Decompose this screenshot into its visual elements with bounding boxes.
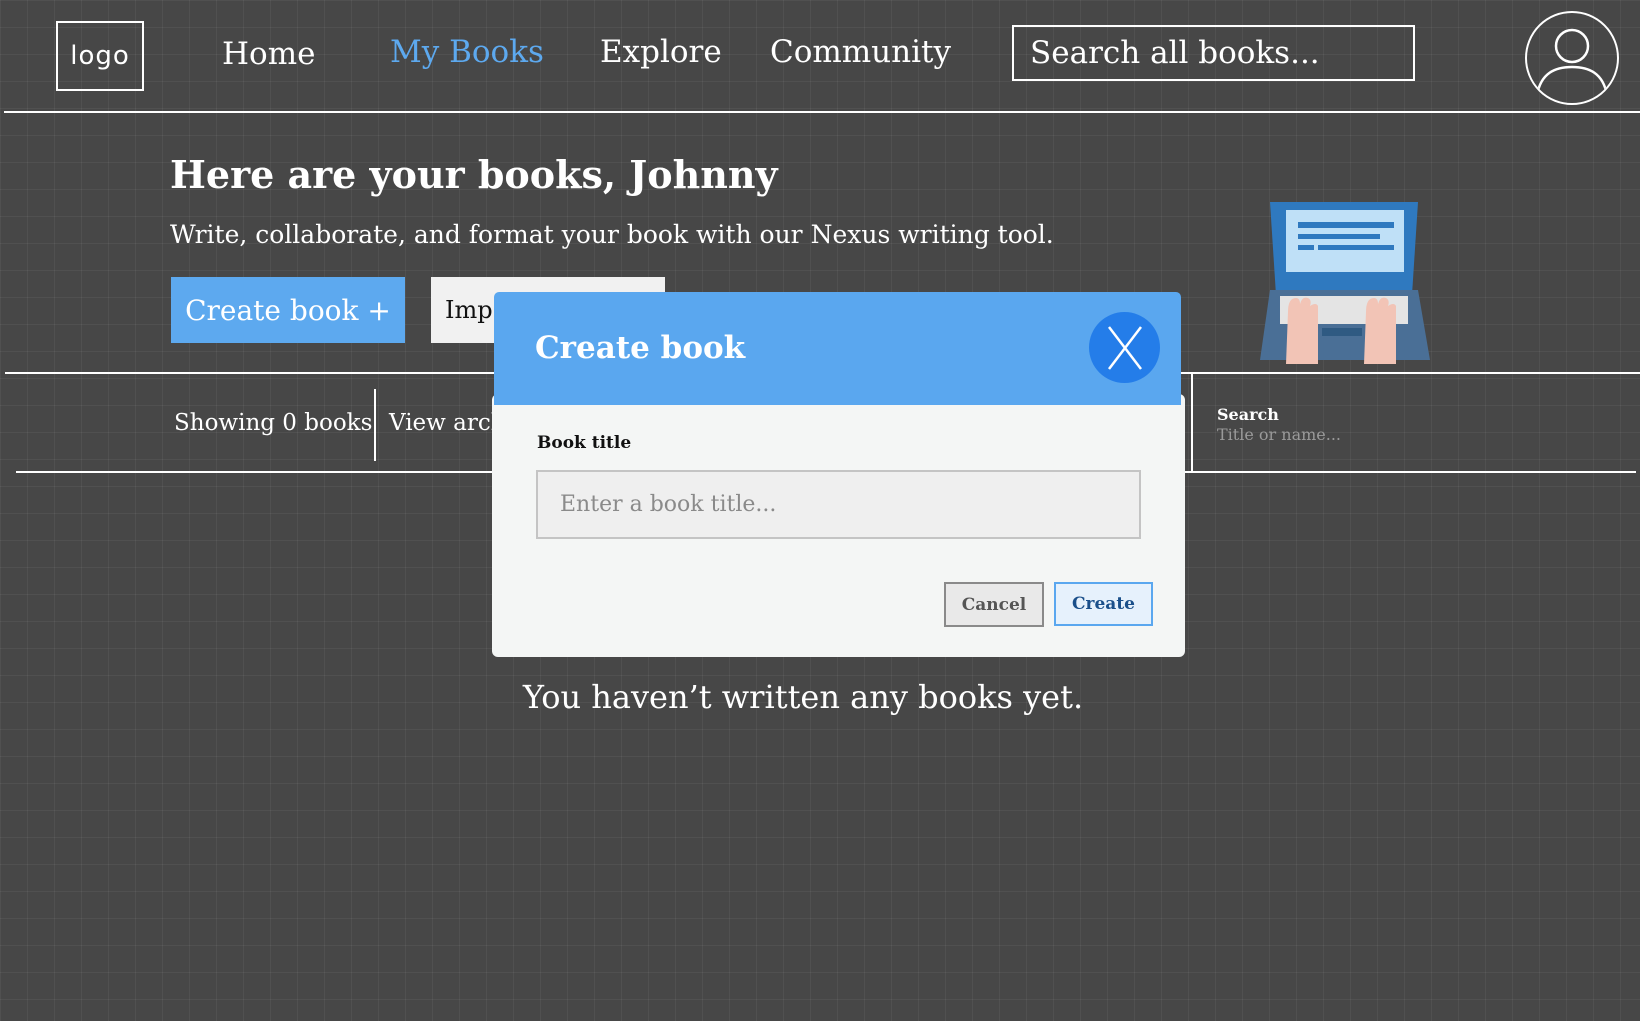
close-icon: [1107, 325, 1142, 370]
empty-state-message: You haven’t written any books yet.: [522, 678, 1084, 716]
avatar[interactable]: [1525, 11, 1619, 105]
book-title-input[interactable]: [536, 470, 1141, 539]
logo-text: logo: [70, 41, 130, 71]
cancel-button[interactable]: Cancel: [944, 582, 1044, 627]
nav-explore[interactable]: Explore: [600, 34, 722, 70]
create-book-button[interactable]: Create book +: [171, 277, 405, 343]
global-search-text: Search all books...: [1030, 35, 1320, 71]
page-title: Here are your books, Johnny: [170, 152, 778, 197]
filter-divider: [374, 389, 376, 461]
book-count: Showing 0 books: [174, 410, 373, 436]
nav-my-books[interactable]: My Books: [390, 34, 544, 70]
search-divider: [1191, 373, 1193, 472]
view-archive-link[interactable]: View arch: [389, 410, 506, 436]
create-button[interactable]: Create: [1054, 582, 1153, 626]
filter-search-input[interactable]: Title or name...: [1217, 425, 1341, 444]
modal-title: Create book: [535, 330, 746, 366]
nav-home[interactable]: Home: [222, 36, 315, 72]
header-divider: [4, 111, 1640, 113]
user-icon: [1535, 28, 1609, 96]
page-subtitle: Write, collaborate, and format your book…: [170, 220, 1054, 249]
filter-search-label: Search: [1217, 405, 1279, 424]
laptop-typing-icon: [1258, 200, 1432, 374]
book-title-label: Book title: [537, 433, 632, 453]
nav-community[interactable]: Community: [770, 34, 951, 70]
logo[interactable]: logo: [56, 21, 144, 91]
close-button[interactable]: [1089, 312, 1160, 383]
global-search-input[interactable]: Search all books...: [1012, 25, 1415, 81]
